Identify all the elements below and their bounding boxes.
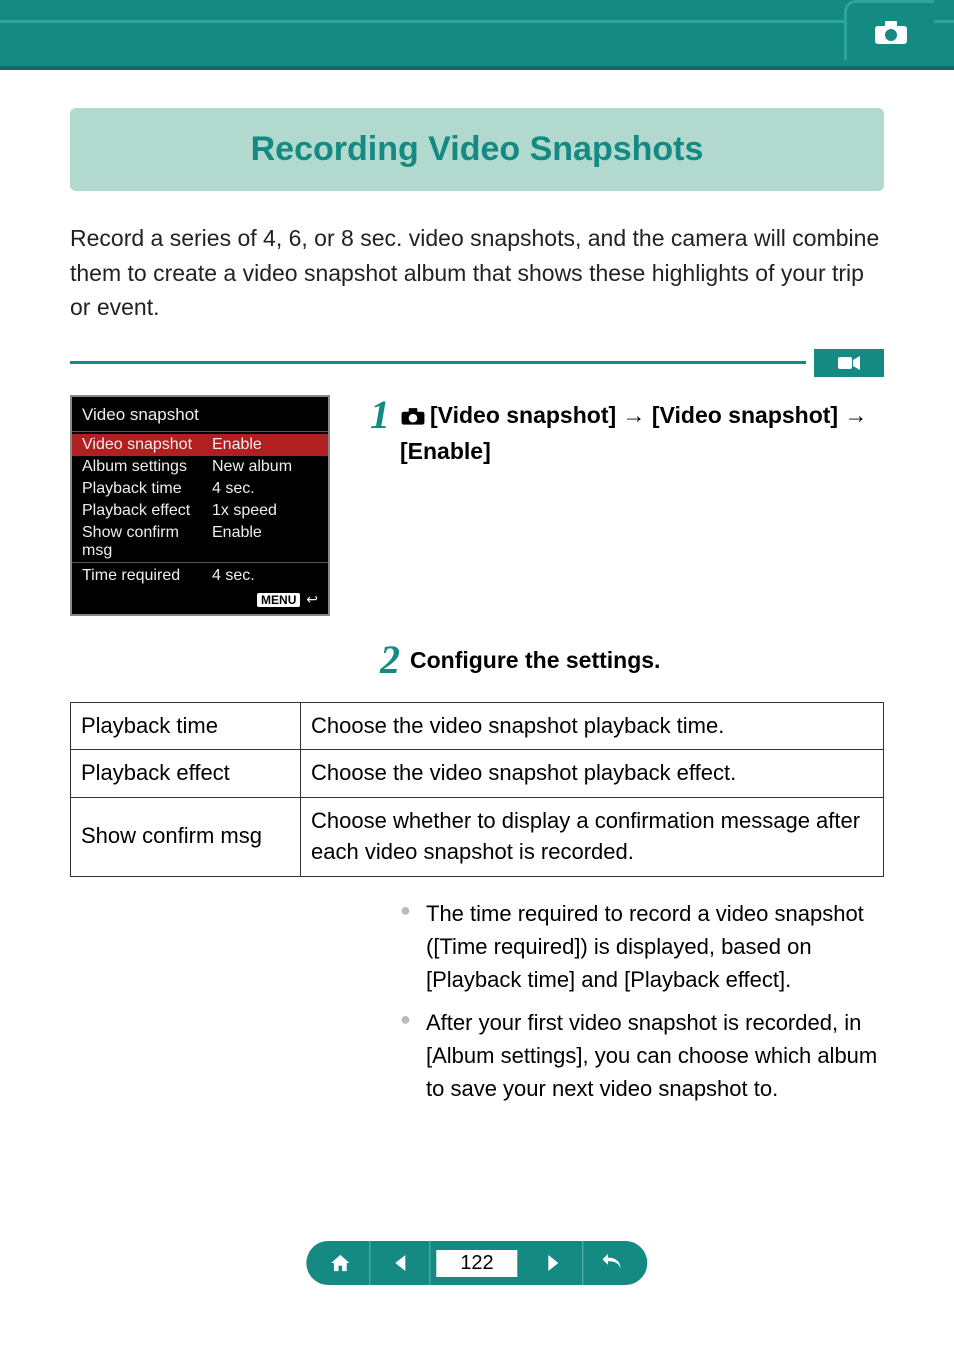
lcd-title: Video snapshot xyxy=(72,405,328,431)
lcd-row: Album settings New album xyxy=(72,456,328,478)
lcd-row: Playback effect 1x speed xyxy=(72,500,328,522)
step-head: 1 [Video snapshot] → [Video snapshot] → … xyxy=(370,395,884,469)
prev-icon xyxy=(393,1255,407,1271)
section-tab-camera[interactable] xyxy=(844,0,934,60)
section-divider xyxy=(70,349,884,377)
lcd-row-value: 1x speed xyxy=(212,502,277,520)
movie-icon xyxy=(837,354,861,372)
table-row: Show confirm msg Choose whether to displ… xyxy=(71,798,884,877)
lcd-footer: MENU ↩ xyxy=(72,587,328,608)
camera-icon xyxy=(400,402,426,435)
top-bar xyxy=(0,0,954,70)
lcd-row-value: Enable xyxy=(212,524,262,560)
setting-desc: Choose whether to display a confirmation… xyxy=(301,798,884,877)
home-icon xyxy=(329,1253,351,1273)
list-item: The time required to record a video snap… xyxy=(400,897,884,996)
step-instruction: Configure the settings. xyxy=(410,640,660,677)
intro-text: Record a series of 4, 6, or 8 sec. video… xyxy=(70,221,884,325)
step-body: [Video snapshot] → [Video snapshot] → [E… xyxy=(400,395,884,469)
step-2-row: 2 Configure the settings. xyxy=(380,640,884,680)
lcd-row-value: 4 sec. xyxy=(212,480,255,498)
step-instruction: [Video snapshot] → [Video snapshot] → [E… xyxy=(400,402,867,464)
nav-next-button[interactable] xyxy=(524,1241,584,1285)
next-icon xyxy=(546,1255,560,1271)
nav-home-button[interactable] xyxy=(310,1241,370,1285)
table-row: Playback effect Choose the video snapsho… xyxy=(71,750,884,798)
lcd-row: Show confirm msg Enable xyxy=(72,522,328,562)
lcd-menu-label: MENU xyxy=(257,593,300,607)
settings-table: Playback time Choose the video snapshot … xyxy=(70,702,884,877)
lcd-row-label: Playback effect xyxy=(82,502,212,520)
footer-nav: 122 xyxy=(306,1241,647,1285)
table-row: Playback time Choose the video snapshot … xyxy=(71,702,884,750)
nav-back-button[interactable] xyxy=(584,1241,644,1285)
step-number: 1 xyxy=(370,395,390,435)
lcd-row: Playback time 4 sec. xyxy=(72,478,328,500)
lcd-separator xyxy=(72,562,328,563)
return-icon: ↩ xyxy=(306,591,318,607)
divider-line xyxy=(70,361,806,364)
camera-icon xyxy=(873,18,909,46)
notes-list: The time required to record a video snap… xyxy=(400,897,884,1105)
step-number: 2 xyxy=(380,640,400,680)
setting-name: Playback time xyxy=(71,702,301,750)
setting-name: Show confirm msg xyxy=(71,798,301,877)
page-number: 122 xyxy=(436,1250,517,1277)
lcd-row-value: 4 sec. xyxy=(212,567,255,585)
setting-desc: Choose the video snapshot playback time. xyxy=(301,702,884,750)
list-item: After your first video snapshot is recor… xyxy=(400,1006,884,1105)
nav-prev-button[interactable] xyxy=(370,1241,430,1285)
camera-lcd-screenshot: Video snapshot Video snapshot Enable Alb… xyxy=(70,395,330,616)
lcd-row-label: Album settings xyxy=(82,458,212,476)
title-box: Recording Video Snapshots xyxy=(70,108,884,191)
lcd-row-label: Time required xyxy=(82,567,212,585)
step-1-text: 1 [Video snapshot] → [Video snapshot] → … xyxy=(370,395,884,616)
lcd-row: Time required 4 sec. xyxy=(72,565,328,587)
setting-desc: Choose the video snapshot playback effec… xyxy=(301,750,884,798)
setting-name: Playback effect xyxy=(71,750,301,798)
lcd-row-label: Video snapshot xyxy=(82,436,212,454)
lcd-row-value: New album xyxy=(212,458,292,476)
page-content: Recording Video Snapshots Record a serie… xyxy=(0,70,954,1105)
step-1-row: Video snapshot Video snapshot Enable Alb… xyxy=(70,395,884,616)
page-title: Recording Video Snapshots xyxy=(80,130,874,169)
top-bar-accent xyxy=(0,20,954,23)
mode-badge xyxy=(814,349,884,377)
lcd-row-label: Show confirm msg xyxy=(82,524,212,560)
lcd-row-selected: Video snapshot Enable xyxy=(72,434,328,456)
lcd-row-value: Enable xyxy=(212,436,262,454)
undo-icon xyxy=(603,1254,625,1272)
lcd-row-label: Playback time xyxy=(82,480,212,498)
lcd-separator xyxy=(72,431,328,432)
